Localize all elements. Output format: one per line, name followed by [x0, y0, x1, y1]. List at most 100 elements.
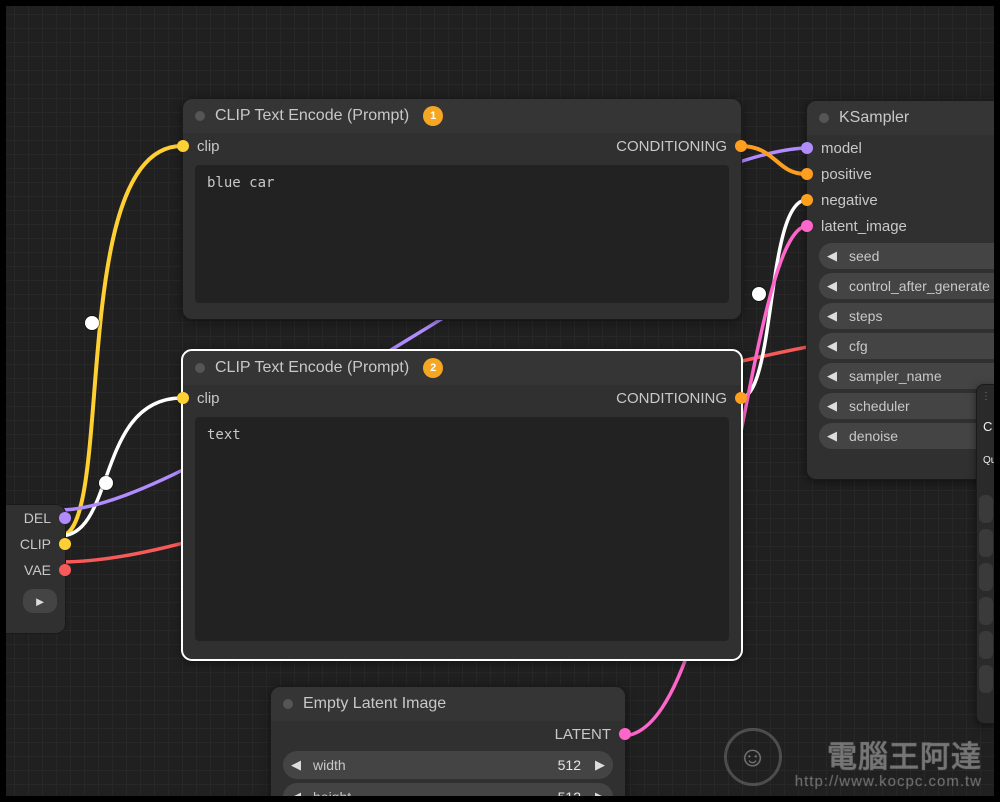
toolbar-slot[interactable]	[979, 597, 993, 625]
input-clip-label: clip	[197, 390, 220, 407]
drag-grip-icon[interactable]: ⋮⋮	[981, 391, 994, 402]
chevron-left-icon[interactable]: ◀	[821, 428, 843, 444]
output-model[interactable]: DEL	[6, 505, 65, 531]
toolbar-letter[interactable]: Qu	[983, 455, 994, 466]
node-clip-text-encode-1[interactable]: CLIP Text Encode (Prompt) 1 clip CONDITI…	[182, 98, 742, 320]
input-positive[interactable]: positive	[807, 161, 994, 187]
widget-label: width	[307, 757, 550, 773]
toolbar-slot[interactable]	[979, 563, 993, 591]
node-order-badge: 1	[423, 106, 443, 126]
watermark: ☺ 電腦王阿達 http://www.kocpc.com.tw	[795, 741, 982, 791]
collapse-dot-icon[interactable]	[195, 363, 205, 373]
output-latent[interactable]: LATENT	[555, 726, 611, 743]
widget-control-after-generate[interactable]: ◀ control_after_generate	[819, 273, 994, 299]
port-icon[interactable]	[801, 220, 813, 232]
watermark-url: http://www.kocpc.com.tw	[795, 774, 982, 791]
floating-toolbar[interactable]: ⋮⋮ C Qu	[976, 384, 994, 724]
input-negative[interactable]: negative	[807, 187, 994, 213]
chevron-left-icon[interactable]: ◀	[821, 278, 843, 294]
node-title: CLIP Text Encode (Prompt)	[215, 107, 409, 125]
output-latent-label: LATENT	[555, 726, 611, 743]
port-icon[interactable]	[59, 512, 71, 524]
io-row: clip CONDITIONING	[183, 133, 741, 159]
output-clip[interactable]: CLIP	[6, 531, 65, 557]
toolbar-slot[interactable]	[979, 495, 993, 523]
chevron-left-icon[interactable]: ◀	[821, 338, 843, 354]
port-icon[interactable]	[619, 728, 631, 740]
loader-node-stub[interactable]: DEL CLIP VAE ►	[6, 504, 66, 634]
widget-seed[interactable]: ◀ seed	[819, 243, 994, 269]
widget-label: steps	[843, 308, 994, 324]
watermark-text: 電腦王阿達	[827, 741, 982, 774]
output-conditioning-label: CONDITIONING	[616, 138, 727, 155]
output-vae[interactable]: VAE	[6, 557, 65, 583]
chevron-left-icon[interactable]: ◀	[285, 789, 307, 796]
node-header[interactable]: KSampler	[807, 101, 994, 135]
widget-width[interactable]: ◀ width 512 ▶	[283, 751, 613, 779]
widget-sampler-name[interactable]: ◀ sampler_name	[819, 363, 994, 389]
input-label: model	[821, 140, 862, 157]
canvas[interactable]: DEL CLIP VAE ► CLIP Text Encode (Prompt)…	[6, 6, 994, 796]
port-icon[interactable]	[177, 140, 189, 152]
output-clip-label: CLIP	[20, 536, 51, 552]
play-icon: ►	[34, 594, 47, 609]
mascot-icon: ☺	[724, 728, 782, 786]
port-icon[interactable]	[735, 140, 747, 152]
chevron-left-icon[interactable]: ◀	[821, 398, 843, 414]
node-header[interactable]: CLIP Text Encode (Prompt) 1	[183, 99, 741, 133]
widget-label: seed	[843, 248, 994, 264]
chevron-left-icon[interactable]: ◀	[285, 757, 307, 773]
widget-denoise[interactable]: ◀ denoise	[819, 423, 994, 449]
widget-label: scheduler	[843, 398, 994, 414]
port-icon[interactable]	[801, 194, 813, 206]
port-icon[interactable]	[59, 538, 71, 550]
input-clip[interactable]: clip	[197, 138, 220, 155]
port-icon[interactable]	[735, 392, 747, 404]
input-label: negative	[821, 192, 878, 209]
node-ksampler[interactable]: KSampler model positive negative latent_…	[806, 100, 994, 480]
node-title: Empty Latent Image	[303, 695, 446, 713]
chevron-left-icon[interactable]: ◀	[821, 368, 843, 384]
chevron-right-icon[interactable]: ▶	[589, 757, 611, 773]
node-order-badge: 2	[423, 358, 443, 378]
input-clip[interactable]: clip	[197, 390, 220, 407]
input-model[interactable]: model	[807, 135, 994, 161]
toolbar-letter[interactable]: C	[983, 419, 992, 434]
node-header[interactable]: CLIP Text Encode (Prompt) 2	[183, 351, 741, 385]
output-conditioning[interactable]: CONDITIONING	[616, 138, 727, 155]
toolbar-slot[interactable]	[979, 529, 993, 557]
io-row: LATENT	[271, 721, 625, 747]
node-header[interactable]: Empty Latent Image	[271, 687, 625, 721]
prompt-textarea[interactable]: text	[195, 417, 729, 641]
widget-height[interactable]: ◀ height 512 ▶	[283, 783, 613, 796]
port-icon[interactable]	[177, 392, 189, 404]
port-icon[interactable]	[59, 564, 71, 576]
input-label: positive	[821, 166, 872, 183]
collapse-dot-icon[interactable]	[819, 113, 829, 123]
widget-label: denoise	[843, 428, 994, 444]
collapse-button[interactable]: ►	[23, 589, 57, 613]
toolbar-slot[interactable]	[979, 631, 993, 659]
chevron-left-icon[interactable]: ◀	[821, 308, 843, 324]
widget-label: sampler_name	[843, 368, 994, 384]
output-conditioning[interactable]: CONDITIONING	[616, 390, 727, 407]
port-icon[interactable]	[801, 168, 813, 180]
input-clip-label: clip	[197, 138, 220, 155]
prompt-textarea[interactable]: blue car	[195, 165, 729, 303]
widget-steps[interactable]: ◀ steps	[819, 303, 994, 329]
node-title: CLIP Text Encode (Prompt)	[215, 359, 409, 377]
input-latent-image[interactable]: latent_image	[807, 213, 994, 239]
node-clip-text-encode-2[interactable]: CLIP Text Encode (Prompt) 2 clip CONDITI…	[182, 350, 742, 660]
widget-label: cfg	[843, 338, 994, 354]
chevron-left-icon[interactable]: ◀	[821, 248, 843, 264]
chevron-right-icon[interactable]: ▶	[589, 789, 611, 796]
node-empty-latent-image[interactable]: Empty Latent Image LATENT ◀ width 512 ▶ …	[270, 686, 626, 796]
toolbar-slot[interactable]	[979, 665, 993, 693]
widget-label: height	[307, 789, 550, 796]
port-icon[interactable]	[801, 142, 813, 154]
collapse-dot-icon[interactable]	[195, 111, 205, 121]
widget-value: 512	[550, 789, 589, 796]
widget-scheduler[interactable]: ◀ scheduler	[819, 393, 994, 419]
collapse-dot-icon[interactable]	[283, 699, 293, 709]
widget-cfg[interactable]: ◀ cfg	[819, 333, 994, 359]
